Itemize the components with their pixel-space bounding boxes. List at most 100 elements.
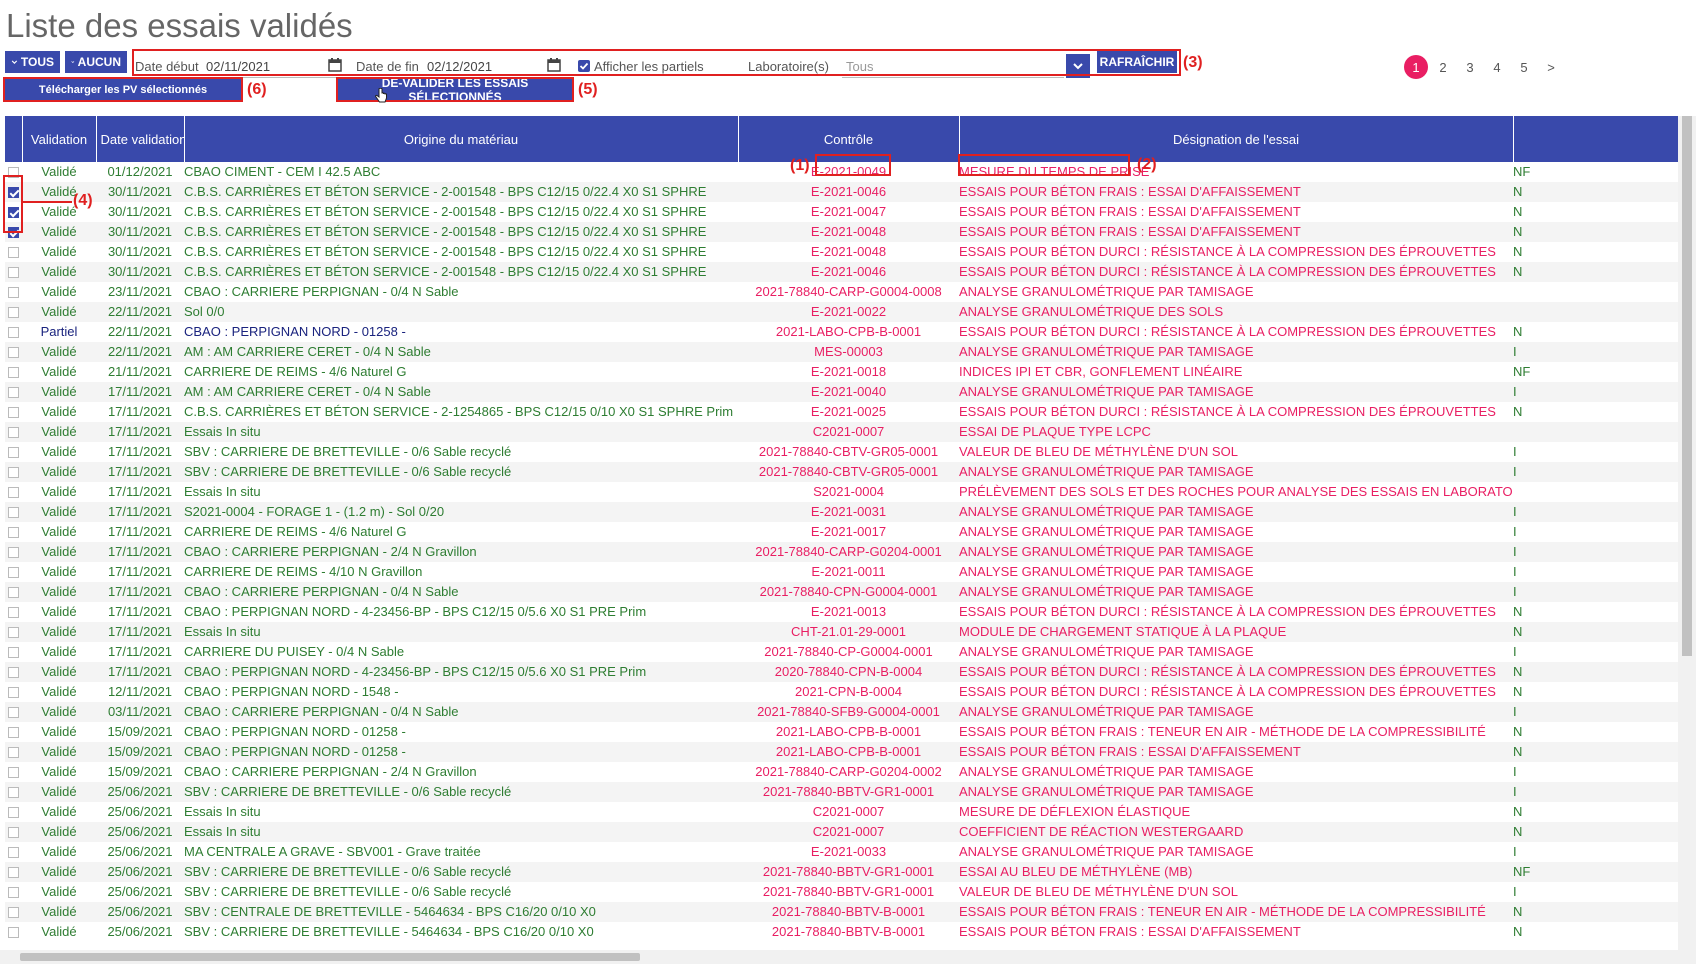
table-row[interactable]: Validé 25/06/2021 SBV : CARRIERE DE BRETTE… (5, 862, 1680, 882)
table-row[interactable]: Validé 17/11/2021 Essais In situ S2021-0004… (5, 482, 1680, 502)
calendar-icon[interactable] (547, 58, 561, 72)
table-row[interactable]: Validé 25/06/2021 SBV : CARRIERE DE BRETTE… (5, 882, 1680, 902)
row-select-checkbox[interactable] (8, 847, 19, 859)
table-row[interactable]: Validé 25/06/2021 SBV : CENTRALE DE BRETTE… (5, 902, 1680, 922)
row-select-checkbox-cell[interactable] (5, 542, 22, 562)
row-select-checkbox-cell[interactable] (5, 662, 22, 682)
laboratoire-dropdown-button[interactable] (1066, 54, 1090, 78)
row-select-checkbox-cell[interactable] (5, 262, 22, 282)
row-select-checkbox[interactable] (8, 687, 19, 699)
row-select-checkbox-cell[interactable] (5, 242, 22, 262)
row-select-checkbox[interactable] (8, 447, 19, 459)
table-row[interactable]: Validé 17/11/2021 CARRIERE DE REIMS - 4/10… (5, 562, 1680, 582)
table-row[interactable]: Validé 30/11/2021 C.B.S. CARRIÈRES ET BÉTO… (5, 242, 1680, 262)
row-select-checkbox-cell[interactable] (5, 182, 22, 202)
row-select-checkbox[interactable] (8, 907, 19, 919)
col-header-designation[interactable]: Désignation de l'essai (959, 116, 1514, 162)
row-select-checkbox[interactable] (8, 427, 19, 439)
row-select-checkbox[interactable] (8, 167, 19, 179)
row-select-checkbox-cell[interactable] (5, 682, 22, 702)
row-select-checkbox-cell[interactable] (5, 462, 22, 482)
row-select-checkbox[interactable] (8, 927, 19, 939)
row-select-checkbox[interactable] (8, 387, 19, 399)
table-row[interactable]: Validé 17/11/2021 C.B.S. CARRIÈRES ET BÉTO… (5, 402, 1680, 422)
table-row[interactable]: Validé 17/11/2021 CARRIERE DU PUISEY - 0/4… (5, 642, 1680, 662)
page-1-button[interactable]: 1 (1404, 55, 1428, 79)
row-select-checkbox-cell[interactable] (5, 422, 22, 442)
row-select-checkbox[interactable] (8, 287, 19, 299)
row-select-checkbox[interactable] (8, 207, 19, 219)
download-pv-button[interactable]: Télécharger les PV sélectionnés (5, 79, 241, 100)
row-select-checkbox[interactable] (8, 767, 19, 779)
row-select-checkbox-cell[interactable] (5, 282, 22, 302)
horizontal-scroll-thumb[interactable] (20, 953, 640, 961)
row-select-checkbox[interactable] (8, 827, 19, 839)
table-row[interactable]: Validé 30/11/2021 C.B.S. CARRIÈRES ET BÉTO… (5, 222, 1680, 242)
row-select-checkbox-cell[interactable] (5, 742, 22, 762)
row-select-checkbox-cell[interactable] (5, 562, 22, 582)
col-header-validation[interactable]: Validation (22, 116, 97, 162)
table-row[interactable]: Validé 17/11/2021 SBV : CARRIERE DE BRETTE… (5, 442, 1680, 462)
table-row[interactable]: Validé 25/06/2021 Essais In situ C2021-0007… (5, 822, 1680, 842)
row-select-checkbox[interactable] (8, 867, 19, 879)
row-select-checkbox-cell[interactable] (5, 502, 22, 522)
date-debut-input[interactable]: 02/11/2021 (206, 59, 270, 74)
row-select-checkbox-cell[interactable] (5, 382, 22, 402)
afficher-partiels-checkbox[interactable] (578, 60, 590, 72)
table-row[interactable]: Validé 15/09/2021 CBAO : CARRIERE PERPIGNA… (5, 762, 1680, 782)
row-select-checkbox-cell[interactable] (5, 522, 22, 542)
page-2-button[interactable]: 2 (1431, 55, 1455, 79)
row-select-checkbox-cell[interactable] (5, 822, 22, 842)
row-select-checkbox[interactable] (8, 307, 19, 319)
row-select-checkbox-cell[interactable] (5, 302, 22, 322)
page-3-button[interactable]: 3 (1458, 55, 1482, 79)
row-select-checkbox[interactable] (8, 347, 19, 359)
row-select-checkbox[interactable] (8, 527, 19, 539)
row-select-checkbox[interactable] (8, 887, 19, 899)
row-select-checkbox[interactable] (8, 487, 19, 499)
row-select-checkbox[interactable] (8, 267, 19, 279)
table-row[interactable]: Validé 17/11/2021 S2021-0004 - FORAGE 1 - … (5, 502, 1680, 522)
row-select-checkbox-cell[interactable] (5, 482, 22, 502)
table-row[interactable]: Validé 17/11/2021 CBAO : CARRIERE PERPIGNA… (5, 582, 1680, 602)
row-select-checkbox[interactable] (8, 787, 19, 799)
row-select-checkbox[interactable] (8, 227, 19, 239)
laboratoire-select[interactable]: Tous (846, 59, 873, 74)
table-row[interactable]: Validé 12/11/2021 CBAO : PERPIGNAN NORD - … (5, 682, 1680, 702)
row-select-checkbox[interactable] (8, 327, 19, 339)
table-row[interactable]: Validé 30/11/2021 C.B.S. CARRIÈRES ET BÉTO… (5, 202, 1680, 222)
page-4-button[interactable]: 4 (1485, 55, 1509, 79)
table-row[interactable]: Validé 22/11/2021 AM : AM CARRIERE CERET -… (5, 342, 1680, 362)
row-select-checkbox-cell[interactable] (5, 642, 22, 662)
table-row[interactable]: Validé 25/06/2021 MA CENTRALE A GRAVE - SB… (5, 842, 1680, 862)
row-select-checkbox-cell[interactable] (5, 922, 22, 942)
table-row[interactable]: Validé 17/11/2021 CBAO : CARRIERE PERPIGNA… (5, 542, 1680, 562)
table-row[interactable]: Validé 17/11/2021 CARRIERE DE REIMS - 4/6 … (5, 522, 1680, 542)
row-select-checkbox-cell[interactable] (5, 762, 22, 782)
row-select-checkbox[interactable] (8, 247, 19, 259)
row-select-checkbox[interactable] (8, 367, 19, 379)
calendar-icon[interactable] (328, 58, 342, 72)
row-select-checkbox-cell[interactable] (5, 202, 22, 222)
row-select-checkbox-cell[interactable] (5, 702, 22, 722)
row-select-checkbox-cell[interactable] (5, 402, 22, 422)
row-select-checkbox[interactable] (8, 607, 19, 619)
row-select-checkbox-cell[interactable] (5, 602, 22, 622)
row-select-checkbox-cell[interactable] (5, 782, 22, 802)
page-5-button[interactable]: 5 (1512, 55, 1536, 79)
date-fin-input[interactable]: 02/12/2021 (427, 59, 492, 74)
row-select-checkbox-cell[interactable] (5, 882, 22, 902)
table-row[interactable]: Validé 30/11/2021 C.B.S. CARRIÈRES ET BÉTO… (5, 262, 1680, 282)
table-row[interactable]: Validé 17/11/2021 CBAO : PERPIGNAN NORD - … (5, 662, 1680, 682)
row-select-checkbox[interactable] (8, 647, 19, 659)
table-row[interactable]: Validé 17/11/2021 Essais In situ CHT-21.01-… (5, 622, 1680, 642)
row-select-checkbox-cell[interactable] (5, 722, 22, 742)
table-row[interactable]: Validé 23/11/2021 CBAO : CARRIERE PERPIGNA… (5, 282, 1680, 302)
table-row[interactable]: Validé 22/11/2021 Sol 0/0 E-2021-0022 ANALYS… (5, 302, 1680, 322)
table-row[interactable]: Validé 30/11/2021 C.B.S. CARRIÈRES ET BÉTO… (5, 182, 1680, 202)
table-row[interactable]: Validé 15/09/2021 CBAO : PERPIGNAN NORD - … (5, 722, 1680, 742)
row-select-checkbox[interactable] (8, 547, 19, 559)
row-select-checkbox-cell[interactable] (5, 802, 22, 822)
table-row[interactable]: Partiel 22/11/2021 CBAO : PERPIGNAN NORD -… (5, 322, 1680, 342)
vertical-scroll-thumb[interactable] (1682, 116, 1692, 656)
